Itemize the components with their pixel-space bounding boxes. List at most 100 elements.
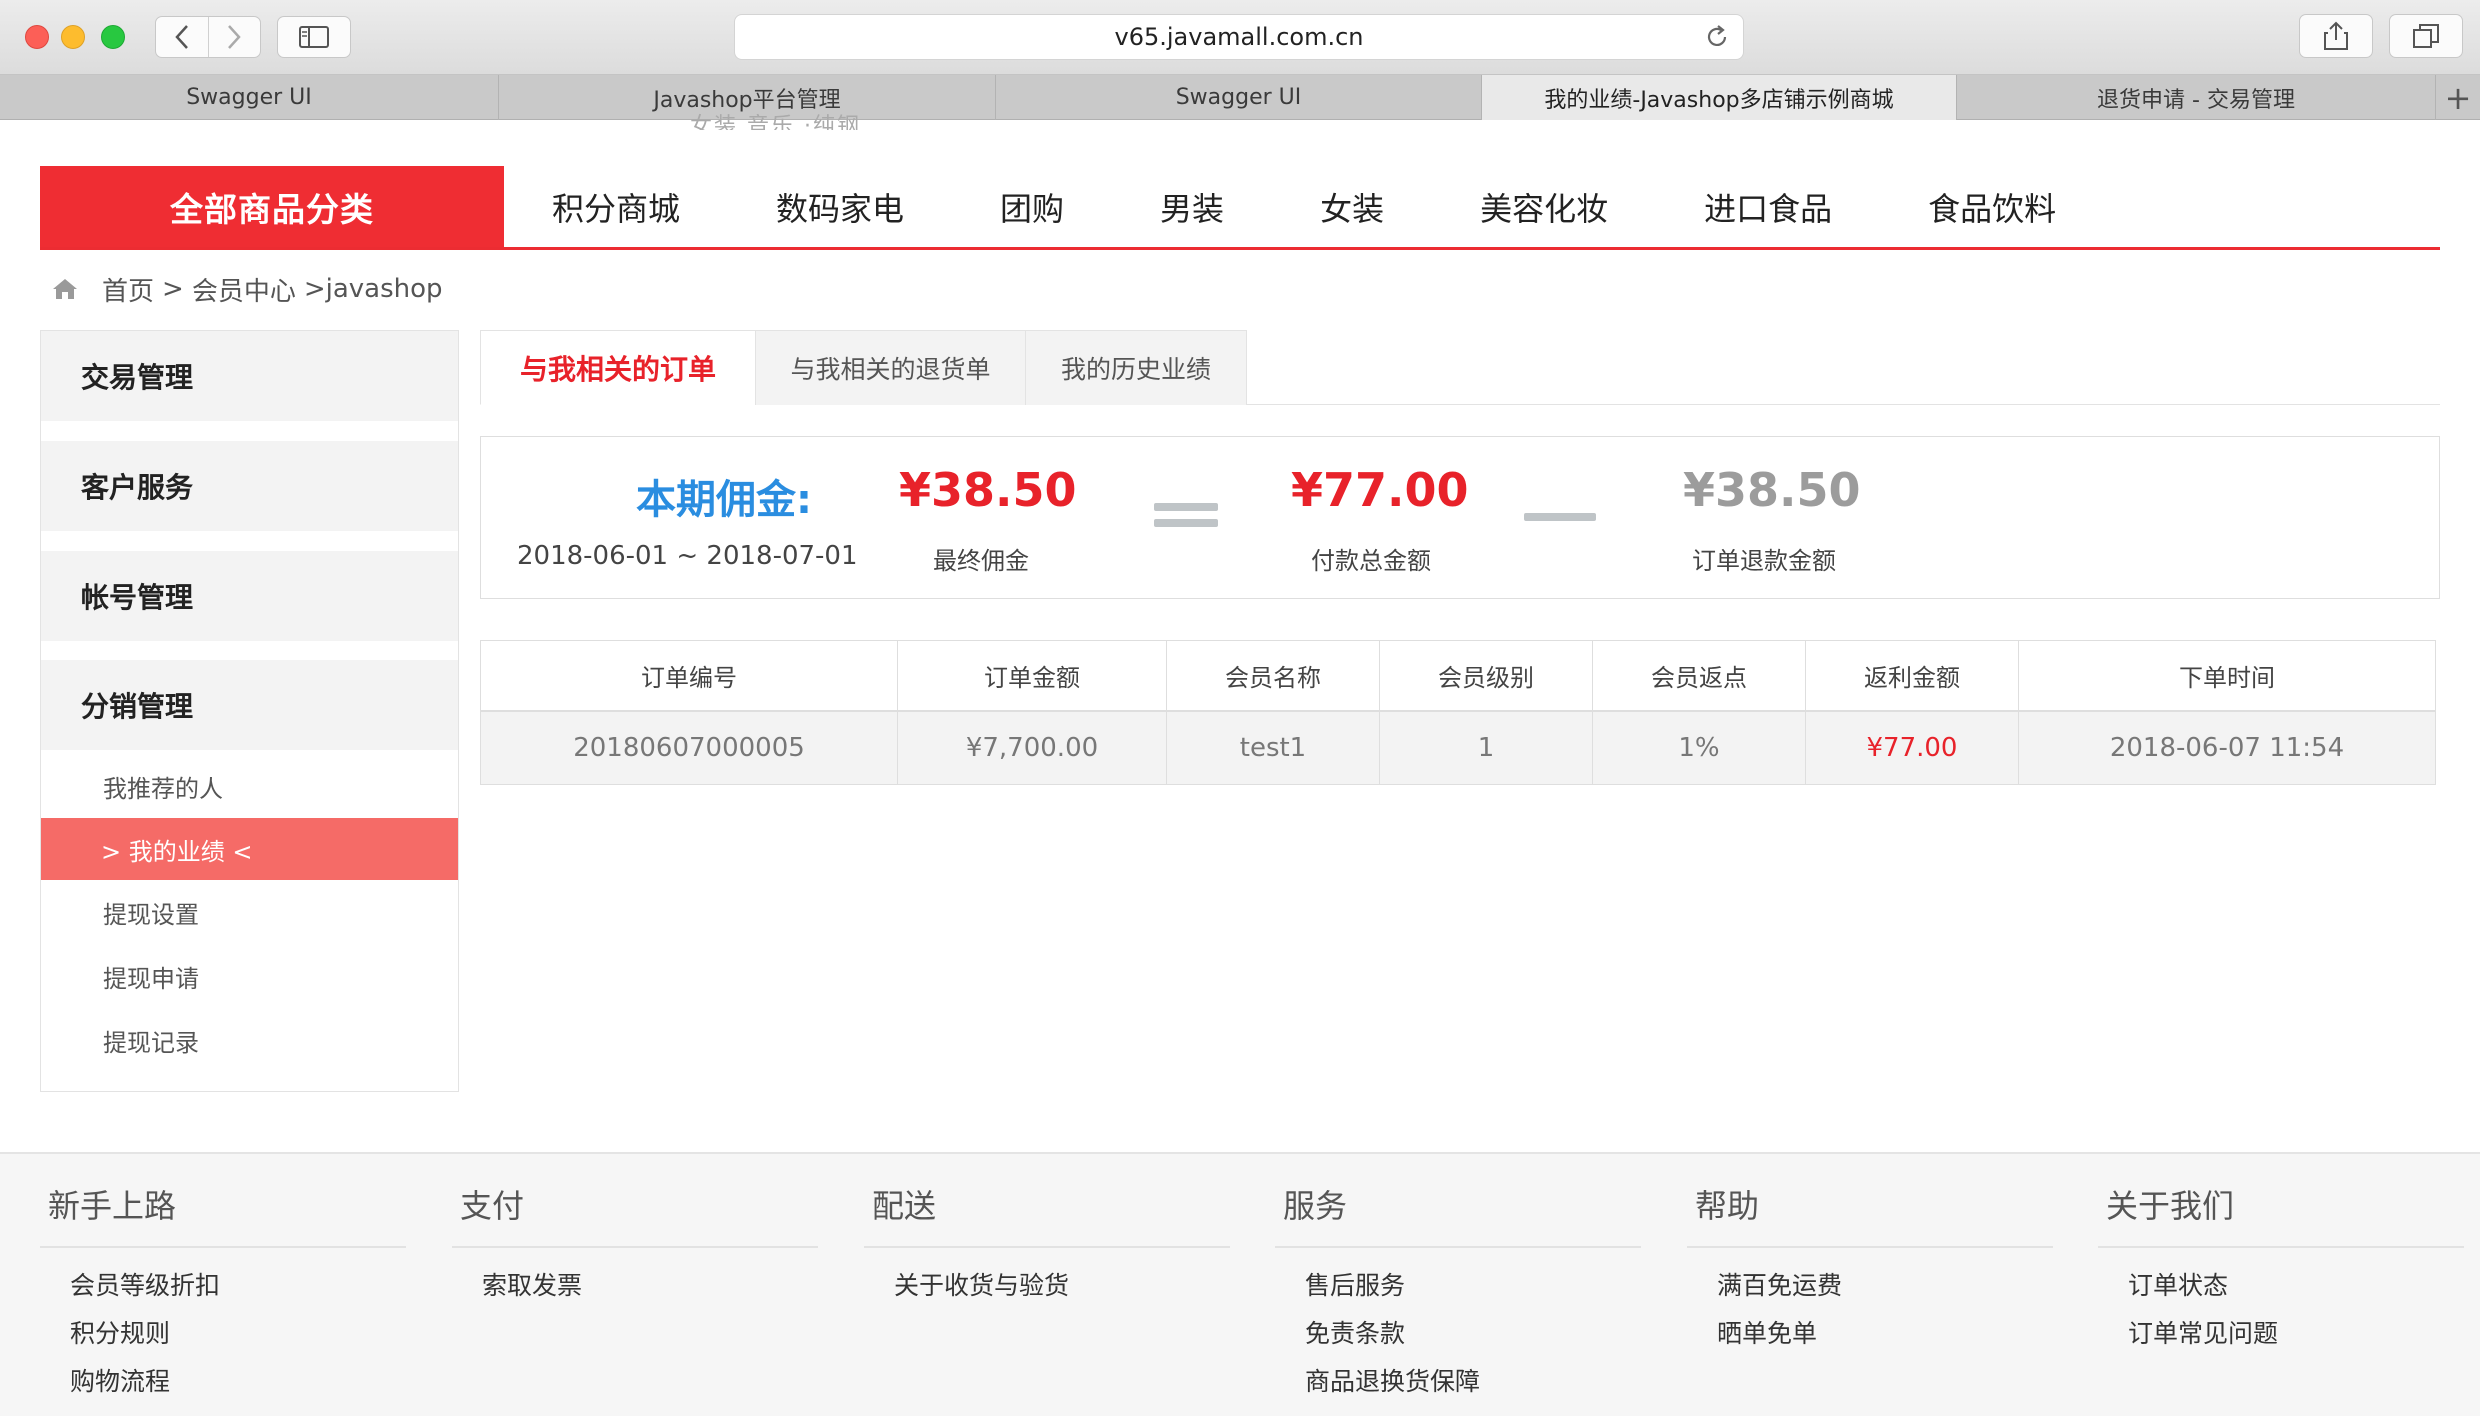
column-header: 订单编号 bbox=[480, 640, 898, 712]
browser-tab[interactable]: 退货申请 - 交易管理 bbox=[1957, 75, 2436, 120]
sidebar-item-withdraw-records[interactable]: 提现记录 bbox=[41, 1009, 458, 1071]
footer-link[interactable]: 售后服务 bbox=[1275, 1260, 1641, 1308]
sidebar-item-referrals[interactable]: 我推荐的人 bbox=[41, 755, 458, 817]
sidebar-item-my-performance[interactable]: > 我的业绩 < bbox=[41, 818, 458, 880]
footer-column-payment: 支付 索取发票 bbox=[452, 1154, 818, 1308]
footer-link[interactable]: 商品退换货保障 bbox=[1275, 1356, 1641, 1404]
url-text: v65.javamall.com.cn bbox=[1114, 23, 1364, 51]
nav-item[interactable]: 积分商城 bbox=[504, 184, 728, 230]
footer-link[interactable]: 订单常见问题 bbox=[2098, 1308, 2464, 1356]
footer-link[interactable]: 晒单免单 bbox=[1687, 1308, 2053, 1356]
site-footer: 新手上路 会员等级折扣 积分规则 购物流程 支付 索取发票 配送 关于收货与验货… bbox=[0, 1152, 2480, 1416]
tab-history-performance[interactable]: 我的历史业绩 bbox=[1025, 330, 1247, 405]
breadcrumb-home-link[interactable]: 首页 bbox=[102, 271, 154, 308]
final-commission-amount: ¥38.50 bbox=[899, 463, 1077, 517]
footer-column-title: 帮助 bbox=[1687, 1154, 2053, 1248]
sidebar-toggle-button[interactable] bbox=[277, 16, 351, 58]
footer-link[interactable]: 关于收货与验货 bbox=[864, 1260, 1230, 1308]
content-tabs: 与我相关的订单 与我相关的退货单 我的历史业绩 bbox=[480, 330, 2440, 405]
sidebar-section-service[interactable]: 客户服务 bbox=[41, 441, 458, 531]
nav-item[interactable]: 食品饮料 bbox=[1880, 184, 2104, 230]
show-tabs-button[interactable] bbox=[2389, 14, 2463, 58]
footer-column-beginner: 新手上路 会员等级折扣 积分规则 购物流程 bbox=[40, 1154, 406, 1404]
order-amount-cell: ¥7,700.00 bbox=[897, 710, 1167, 785]
sidebar-icon bbox=[299, 26, 329, 48]
member-level-cell: 1 bbox=[1379, 710, 1593, 785]
commission-period: 2018-06-01 ~ 2018-07-01 bbox=[517, 541, 858, 571]
sidebar-section-account[interactable]: 帐号管理 bbox=[41, 551, 458, 641]
member-name-cell: test1 bbox=[1166, 710, 1380, 785]
footer-link[interactable]: 订单状态 bbox=[2098, 1260, 2464, 1308]
nav-item[interactable]: 数码家电 bbox=[728, 184, 952, 230]
nav-item[interactable]: 美容化妆 bbox=[1432, 184, 1656, 230]
nav-item[interactable]: 男装 bbox=[1112, 184, 1272, 230]
new-tab-button[interactable]: + bbox=[2436, 75, 2480, 120]
column-header: 下单时间 bbox=[2018, 640, 2436, 712]
browser-tab-strip: Swagger UI Javashop平台管理 Swagger UI 我的业绩-… bbox=[0, 75, 2480, 120]
table-row: 20180607000005 ¥7,700.00 test1 1 1% ¥77.… bbox=[480, 710, 2436, 785]
share-button[interactable] bbox=[2299, 14, 2373, 58]
browser-tab[interactable]: Swagger UI bbox=[0, 75, 499, 120]
maximize-window-button[interactable] bbox=[101, 25, 125, 49]
order-time-cell: 2018-06-07 11:54 bbox=[2018, 710, 2436, 785]
member-sidebar: 交易管理 客户服务 帐号管理 分销管理 我推荐的人 > 我的业绩 < 提现设置 … bbox=[40, 330, 459, 1092]
column-header: 会员名称 bbox=[1166, 640, 1380, 712]
tab-related-orders[interactable]: 与我相关的订单 bbox=[480, 330, 756, 405]
sidebar-section-trade[interactable]: 交易管理 bbox=[41, 331, 458, 421]
chevron-left-icon bbox=[175, 25, 188, 49]
browser-tab-label: Swagger UI bbox=[1175, 85, 1302, 110]
category-nav: 全部商品分类 积分商城 数码家电 团购 男装 女装 美容化妆 进口食品 食品饮料 bbox=[40, 166, 2440, 250]
address-bar[interactable]: v65.javamall.com.cn bbox=[734, 14, 1744, 60]
column-header: 订单金额 bbox=[897, 640, 1167, 712]
equals-icon-bar bbox=[1154, 519, 1218, 527]
footer-column-delivery: 配送 关于收货与验货 bbox=[864, 1154, 1230, 1308]
breadcrumb: 首页 > 会员中心 >javashop bbox=[52, 270, 443, 308]
column-header: 会员返点 bbox=[1592, 640, 1806, 712]
footer-column-service: 服务 售后服务 免责条款 商品退换货保障 bbox=[1275, 1154, 1641, 1404]
total-payment-caption: 付款总金额 bbox=[1311, 547, 1431, 575]
share-icon bbox=[2324, 21, 2348, 50]
refund-amount: ¥38.50 bbox=[1683, 463, 1861, 517]
plus-icon: + bbox=[2444, 78, 2472, 117]
history-nav bbox=[155, 16, 261, 58]
commission-summary: 本期佣金: 2018-06-01 ~ 2018-07-01 ¥38.50 最终佣… bbox=[480, 436, 2440, 599]
reload-button[interactable] bbox=[1703, 23, 1731, 57]
footer-column-help: 帮助 满百免运费 晒单免单 bbox=[1687, 1154, 2053, 1356]
footer-link[interactable]: 会员等级折扣 bbox=[40, 1260, 406, 1308]
browser-tab-active[interactable]: 我的业绩-Javashop多店铺示例商城 bbox=[1482, 75, 1957, 120]
footer-link[interactable]: 购物流程 bbox=[40, 1356, 406, 1404]
all-categories-button[interactable]: 全部商品分类 bbox=[40, 166, 504, 247]
browser-tab-label: 退货申请 - 交易管理 bbox=[2097, 87, 2295, 113]
sidebar-item-withdraw-apply[interactable]: 提现申请 bbox=[41, 945, 458, 1007]
close-window-button[interactable] bbox=[25, 25, 49, 49]
tab-related-returns[interactable]: 与我相关的退货单 bbox=[755, 330, 1026, 405]
browser-tab[interactable]: Swagger UI bbox=[996, 75, 1482, 120]
nav-item[interactable]: 团购 bbox=[952, 184, 1112, 230]
order-number-cell: 20180607000005 bbox=[480, 710, 898, 785]
rebate-amount-cell: ¥77.00 bbox=[1805, 710, 2019, 785]
nav-item[interactable]: 进口食品 bbox=[1656, 184, 1880, 230]
home-icon bbox=[52, 277, 78, 301]
member-rebate-cell: 1% bbox=[1592, 710, 1806, 785]
footer-link[interactable]: 满百免运费 bbox=[1687, 1260, 2053, 1308]
footer-column-title: 关于我们 bbox=[2098, 1154, 2464, 1248]
column-header: 会员级别 bbox=[1379, 640, 1593, 712]
footer-link[interactable]: 免责条款 bbox=[1275, 1308, 1641, 1356]
footer-link[interactable]: 积分规则 bbox=[40, 1308, 406, 1356]
breadcrumb-separator: > bbox=[162, 274, 184, 304]
breadcrumb-current: >javashop bbox=[303, 274, 443, 304]
nav-item[interactable]: 女装 bbox=[1272, 184, 1432, 230]
table-header-row: 订单编号 订单金额 会员名称 会员级别 会员返点 返利金额 下单时间 bbox=[480, 640, 2436, 712]
minimize-window-button[interactable] bbox=[61, 25, 85, 49]
chevron-right-icon bbox=[228, 25, 241, 49]
forward-button[interactable] bbox=[207, 17, 261, 57]
minus-icon bbox=[1524, 513, 1596, 521]
back-button[interactable] bbox=[156, 17, 208, 57]
sidebar-item-withdraw-settings[interactable]: 提现设置 bbox=[41, 881, 458, 943]
breadcrumb-member-link[interactable]: 会员中心 bbox=[192, 271, 296, 308]
final-commission-caption: 最终佣金 bbox=[933, 547, 1029, 575]
browser-tab-label: Swagger UI bbox=[186, 85, 312, 110]
browser-titlebar: v65.javamall.com.cn bbox=[0, 0, 2480, 75]
footer-link[interactable]: 索取发票 bbox=[452, 1260, 818, 1308]
sidebar-section-distribution[interactable]: 分销管理 bbox=[41, 660, 458, 750]
